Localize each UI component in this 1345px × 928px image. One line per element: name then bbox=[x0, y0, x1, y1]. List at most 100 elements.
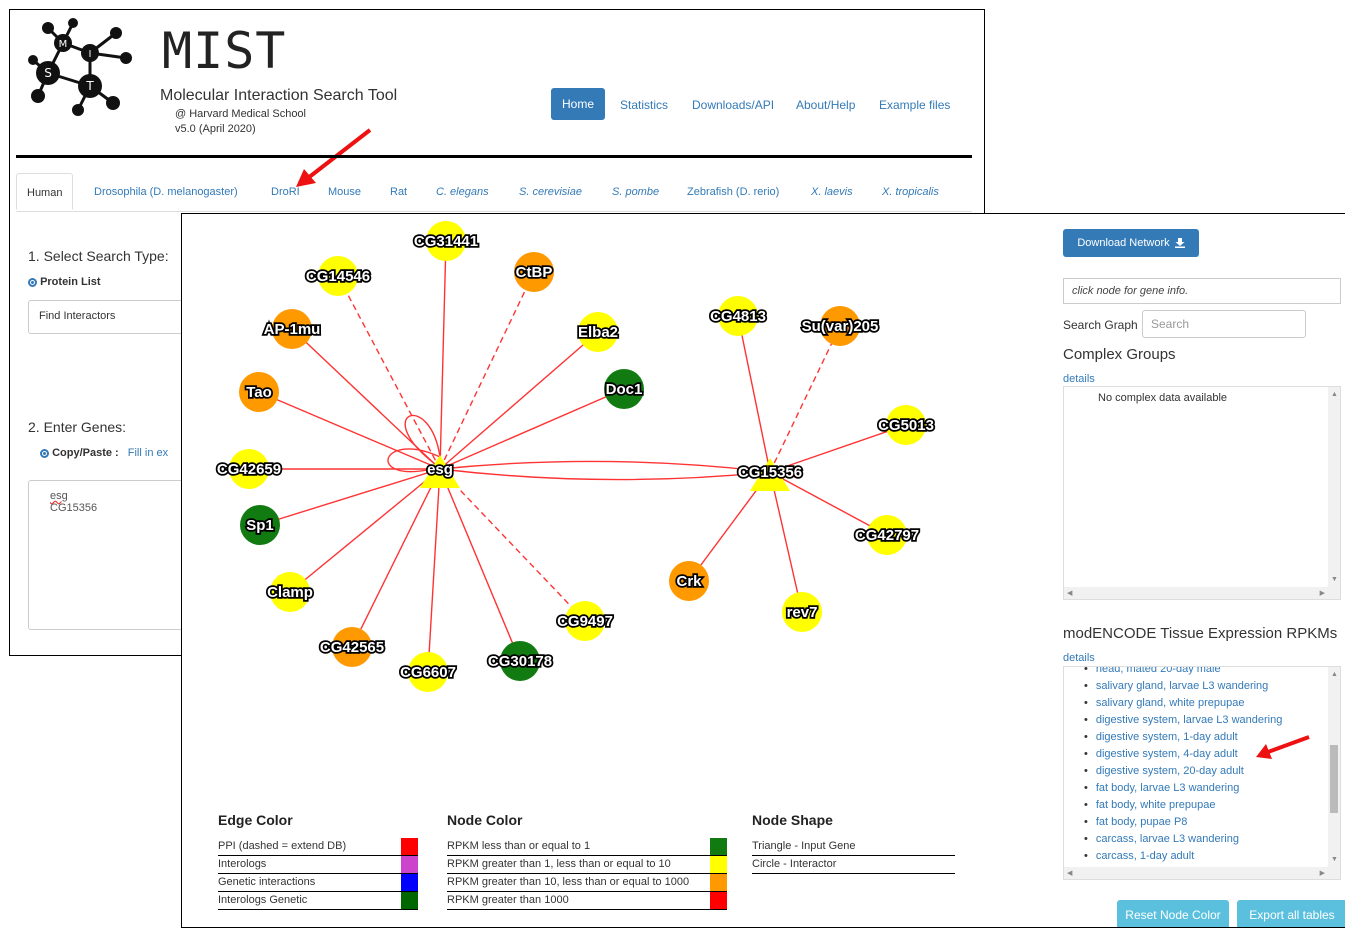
node-ctbp[interactable]: CtBP bbox=[514, 252, 554, 292]
node-tao[interactable]: Tao bbox=[239, 372, 279, 412]
edge-esg-CG42565[interactable] bbox=[351, 468, 441, 648]
legend-label: Genetic interactions bbox=[218, 876, 316, 888]
tissue-item[interactable]: digestive system, 20-day adult bbox=[1084, 763, 1282, 780]
edge-esg-CG30178[interactable] bbox=[439, 468, 521, 662]
node-cg5013[interactable]: CG5013 bbox=[876, 405, 936, 445]
node-cg42659[interactable]: CG42659 bbox=[215, 449, 283, 489]
legend-label: RPKM greater than 10, less than or equal… bbox=[447, 876, 690, 888]
tab-mouse[interactable]: Mouse bbox=[328, 186, 361, 198]
radio-selected-icon bbox=[28, 277, 37, 287]
legend-label: Triangle - Input Gene bbox=[752, 840, 856, 852]
edge-esg-cg15356[interactable] bbox=[439, 468, 771, 481]
edge-esg-CG14546[interactable] bbox=[337, 275, 441, 470]
node-legend-title: Node Color bbox=[447, 812, 523, 828]
nav-statistics-link[interactable]: Statistics bbox=[620, 98, 668, 112]
node-cg9497[interactable]: CG9497 bbox=[555, 601, 615, 641]
header-divider bbox=[16, 155, 972, 158]
nav-home-button[interactable]: Home bbox=[551, 88, 605, 120]
tab-zebrafish[interactable]: Zebrafish (D. rerio) bbox=[687, 186, 779, 198]
node-label: AP-1mu bbox=[264, 321, 321, 338]
node-cg14546[interactable]: CG14546 bbox=[304, 256, 372, 296]
edge-esg-Elba2[interactable] bbox=[439, 331, 599, 470]
fill-example-link[interactable]: Fill in ex bbox=[128, 447, 168, 459]
download-network-button[interactable]: Download Network bbox=[1063, 229, 1199, 257]
edge-CG15356-rev7[interactable] bbox=[769, 471, 803, 613]
search-type-select[interactable]: Find Interactors bbox=[28, 300, 198, 334]
edge-esg-Clamp[interactable] bbox=[289, 468, 441, 593]
red-arrow-icon bbox=[1256, 735, 1310, 759]
tissue-item[interactable]: digestive system, 4-day adult bbox=[1084, 746, 1282, 763]
tissue-item[interactable]: carcass, 1-day adult bbox=[1084, 848, 1282, 865]
legend-swatch bbox=[710, 874, 727, 891]
tissue-item[interactable]: salivary gland, larvae L3 wandering bbox=[1084, 678, 1282, 695]
node-cg42797[interactable]: CG42797 bbox=[853, 515, 921, 555]
node-elba2[interactable]: Elba2 bbox=[576, 312, 620, 352]
nav-downloads-link[interactable]: Downloads/API bbox=[692, 98, 774, 112]
tissue-item[interactable]: fat body, larvae L3 wandering bbox=[1084, 780, 1282, 797]
tissue-item[interactable]: head, mated 20-day male bbox=[1084, 667, 1282, 678]
tab-c-elegans[interactable]: C. elegans bbox=[436, 186, 489, 198]
edge-esg-CG31441[interactable] bbox=[439, 240, 447, 470]
edge-esg-CtBP[interactable] bbox=[439, 271, 535, 470]
copy-paste-radio[interactable]: Copy/Paste : Fill in ex bbox=[40, 447, 168, 459]
tab-drori[interactable]: DroRI bbox=[271, 186, 300, 198]
node-cg15356[interactable]: CG15356 bbox=[736, 458, 804, 491]
node-cg31441[interactable]: CG31441 bbox=[412, 221, 480, 261]
export-tables-button[interactable]: Export all tables bbox=[1237, 900, 1345, 927]
node-cg42565[interactable]: CG42565 bbox=[318, 627, 386, 667]
modencode-details-link[interactable]: details bbox=[1063, 652, 1095, 664]
horizontal-scrollbar[interactable]: ◀ ▶ bbox=[1064, 867, 1340, 879]
node-label: CG4813 bbox=[710, 308, 766, 325]
edge-esg-CG6607[interactable] bbox=[427, 468, 441, 673]
edge-esg-Tao[interactable] bbox=[258, 391, 441, 470]
node-rev7[interactable]: rev7 bbox=[782, 592, 822, 632]
tissue-item[interactable]: digestive system, 1-day adult bbox=[1084, 729, 1282, 746]
search-graph-input[interactable]: Search bbox=[1142, 310, 1306, 338]
tab-rat[interactable]: Rat bbox=[390, 186, 407, 198]
edge-esg-Sp1[interactable] bbox=[259, 468, 441, 526]
node-su-var-205[interactable]: Su(var)205 bbox=[800, 306, 880, 346]
tab-s-cerevisiae[interactable]: S. cerevisiae bbox=[519, 186, 582, 198]
node-label: Sp1 bbox=[246, 517, 274, 534]
edge-esg-Doc1[interactable] bbox=[439, 388, 625, 470]
complex-details-link[interactable]: details bbox=[1063, 373, 1095, 385]
tab-x-laevis[interactable]: X. laevis bbox=[811, 186, 853, 198]
protein-list-radio[interactable]: Protein List bbox=[28, 276, 101, 288]
node-doc1[interactable]: Doc1 bbox=[604, 369, 644, 409]
node-label: Elba2 bbox=[578, 324, 618, 341]
node-ap-1mu[interactable]: AP-1mu bbox=[262, 309, 322, 349]
node-cg4813[interactable]: CG4813 bbox=[708, 296, 768, 336]
interaction-network-graph[interactable]: esg CG15356 CG31441 CG14546 CtBP AP-1mu Elba2 T… bbox=[182, 214, 1052, 804]
node-cg6607[interactable]: CG6607 bbox=[398, 652, 458, 692]
tab-x-tropicalis[interactable]: X. tropicalis bbox=[882, 186, 939, 198]
vertical-scrollbar[interactable]: ▲ ▼ bbox=[1328, 667, 1340, 867]
tab-drosophila[interactable]: Drosophila (D. melanogaster) bbox=[94, 186, 238, 198]
edge-esg-cg15356[interactable] bbox=[439, 460, 771, 473]
genes-textarea[interactable]: esg CG15356 bbox=[28, 480, 198, 630]
edge-CG15356-CG4813[interactable] bbox=[737, 315, 771, 473]
node-crk[interactable]: Crk bbox=[669, 561, 709, 601]
tab-human[interactable]: Human bbox=[16, 173, 74, 210]
logo-letter-t: T bbox=[85, 79, 94, 93]
nav-examples-link[interactable]: Example files bbox=[879, 98, 950, 112]
tissue-item[interactable]: digestive system, larvae L3 wandering bbox=[1084, 712, 1282, 729]
node-cg30178[interactable]: CG30178 bbox=[486, 641, 554, 681]
node-esg[interactable]: esg bbox=[420, 455, 460, 488]
reset-node-color-button[interactable]: Reset Node Color bbox=[1117, 900, 1229, 927]
tab-s-pombe[interactable]: S. pombe bbox=[612, 186, 659, 198]
tissue-item[interactable]: fat body, pupae P8 bbox=[1084, 814, 1282, 831]
nav-about-link[interactable]: About/Help bbox=[796, 98, 855, 112]
protein-list-label: Protein List bbox=[40, 276, 101, 288]
logo-letter-i: I bbox=[89, 49, 92, 60]
tissue-item[interactable]: carcass, larvae L3 wandering bbox=[1084, 831, 1282, 848]
tissue-item[interactable]: salivary gland, white prepupae bbox=[1084, 695, 1282, 712]
tissue-item[interactable]: fat body, white prepupae bbox=[1084, 797, 1282, 814]
edge-esg-CG9497[interactable] bbox=[439, 468, 586, 622]
complex-groups-title: Complex Groups bbox=[1063, 346, 1176, 363]
edge-CG15356-Su(var)205[interactable] bbox=[769, 325, 841, 473]
no-complex-text: No complex data available bbox=[1098, 392, 1228, 404]
vertical-scrollbar[interactable]: ▲ ▼ bbox=[1328, 387, 1340, 587]
right-panel: Download Network click node for gene inf… bbox=[1057, 214, 1345, 927]
node-sp1[interactable]: Sp1 bbox=[240, 505, 280, 545]
horizontal-scrollbar[interactable]: ◀ ▶ bbox=[1064, 587, 1340, 599]
